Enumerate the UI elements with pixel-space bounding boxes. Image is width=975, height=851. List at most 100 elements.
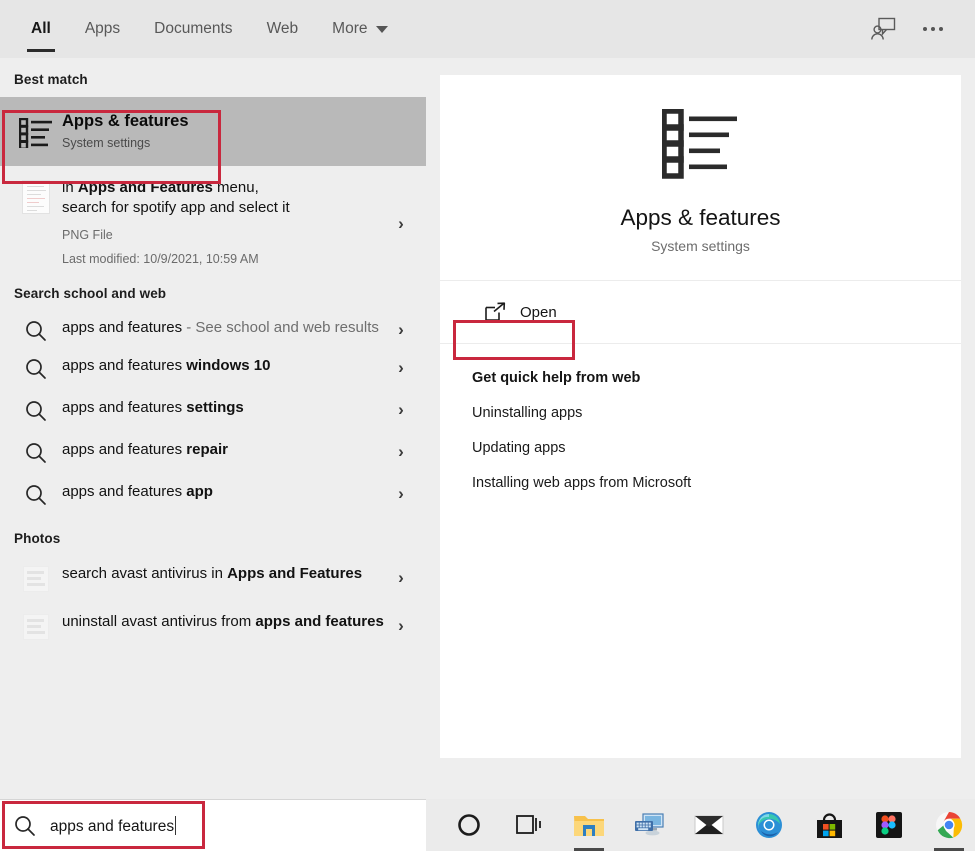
- result-web-4[interactable]: apps and features app ›: [0, 473, 426, 515]
- preview-subtitle: System settings: [651, 238, 750, 254]
- best-match-subtitle: System settings: [62, 134, 414, 153]
- web-result-suffix: app: [186, 483, 213, 500]
- list-settings-icon: [19, 118, 53, 148]
- search-results-list: Best match Apps & features System settin…: [0, 58, 426, 799]
- preview-card: Apps & features System settings Open Get…: [440, 75, 961, 758]
- help-link-installing-web-apps[interactable]: Installing web apps from Microsoft: [472, 475, 929, 491]
- edge-icon[interactable]: [752, 808, 786, 842]
- web-result-text: apps and features windows 10: [62, 356, 388, 376]
- help-link-updating-apps[interactable]: Updating apps: [472, 440, 929, 456]
- result-photo-0[interactable]: search avast antivirus in Apps and Featu…: [0, 554, 426, 602]
- search-magnifier-icon: [25, 320, 47, 342]
- chrome-icon[interactable]: [932, 808, 966, 842]
- photo-result-text: uninstall avast antivirus from apps and …: [62, 612, 388, 632]
- web-result-suffix: - See school and web results: [182, 319, 379, 336]
- chevron-right-icon[interactable]: ›: [388, 358, 414, 378]
- result-icon-cell: [14, 178, 58, 214]
- preview-panel: Apps & features System settings Open Get…: [426, 58, 975, 799]
- chevron-right-icon[interactable]: ›: [388, 484, 414, 504]
- chevron-right-icon[interactable]: ›: [388, 214, 414, 234]
- photo-text-bold: Apps and Features: [227, 565, 362, 582]
- best-match-title: Apps & features: [62, 110, 414, 132]
- open-button[interactable]: Open: [470, 293, 579, 331]
- result-icon-cell: [14, 612, 58, 640]
- png-result-line1: in Apps and Features menu,: [62, 178, 388, 198]
- result-web-1[interactable]: apps and features windows 10 ›: [0, 347, 426, 389]
- result-best-match-apps-and-features[interactable]: Apps & features System settings: [0, 97, 426, 166]
- tab-apps[interactable]: Apps: [68, 0, 137, 58]
- result-web-0[interactable]: apps and features - See school and web r…: [0, 309, 426, 347]
- result-png-file[interactable]: in Apps and Features menu, search for sp…: [0, 166, 426, 276]
- png-result-line2: search for spotify app and select it: [62, 198, 388, 218]
- chevron-right-icon[interactable]: ›: [388, 442, 414, 462]
- ellipsis-icon[interactable]: [911, 7, 955, 51]
- result-text-cell: apps and features repair: [58, 440, 388, 460]
- mail-icon[interactable]: [692, 808, 726, 842]
- taskbar-icons: [426, 799, 975, 851]
- web-result-query: apps and features: [62, 441, 186, 458]
- help-link-uninstalling-apps[interactable]: Uninstalling apps: [472, 405, 929, 421]
- tabbar-actions: [855, 0, 975, 58]
- result-icon-cell: [14, 356, 58, 380]
- search-input[interactable]: apps and features: [0, 799, 426, 851]
- result-photo-1[interactable]: uninstall avast antivirus from apps and …: [0, 602, 426, 650]
- result-icon-cell: [14, 116, 58, 148]
- web-result-query: apps and features: [62, 319, 182, 336]
- section-header-search-school-and-web: Search school and web: [0, 276, 426, 309]
- result-text-cell: uninstall avast antivirus from apps and …: [58, 612, 388, 632]
- windows-search-panel: All Apps Documents Web More: [0, 0, 975, 851]
- web-result-suffix: settings: [186, 399, 244, 416]
- web-result-suffix: repair: [186, 441, 228, 458]
- result-text-cell: in Apps and Features menu, search for sp…: [58, 178, 388, 269]
- tab-list: All Apps Documents Web More: [0, 0, 405, 58]
- feedback-person-icon[interactable]: [861, 7, 905, 51]
- open-button-label: Open: [520, 304, 557, 321]
- chevron-right-icon[interactable]: ›: [388, 400, 414, 420]
- preview-hero: Apps & features System settings: [440, 75, 961, 281]
- tab-web[interactable]: Web: [250, 0, 316, 58]
- result-web-3[interactable]: apps and features repair ›: [0, 431, 426, 473]
- web-result-query: apps and features: [62, 483, 186, 500]
- photo-result-text: search avast antivirus in Apps and Featu…: [62, 564, 388, 584]
- chevron-right-icon[interactable]: ›: [388, 616, 414, 636]
- chevron-right-icon[interactable]: ›: [388, 568, 414, 588]
- tab-documents-label: Documents: [154, 20, 232, 38]
- section-header-photos: Photos: [0, 515, 426, 554]
- quick-help-section: Get quick help from web Uninstalling app…: [440, 344, 961, 517]
- tab-documents[interactable]: Documents: [137, 0, 249, 58]
- text-cursor: [175, 816, 176, 835]
- preview-title: Apps & features: [620, 205, 780, 231]
- tab-more[interactable]: More: [315, 0, 405, 58]
- tab-all[interactable]: All: [14, 0, 68, 58]
- photo-text-bold: apps and features: [255, 613, 383, 630]
- tab-more-label: More: [332, 20, 367, 38]
- tab-web-label: Web: [267, 20, 299, 38]
- search-magnifier-icon: [25, 442, 47, 464]
- open-external-icon: [484, 302, 506, 322]
- result-text-cell: apps and features - See school and web r…: [58, 318, 388, 338]
- result-text-cell: Apps & features System settings: [58, 110, 414, 153]
- tab-apps-label: Apps: [85, 20, 120, 38]
- web-result-query: apps and features: [62, 399, 186, 416]
- chevron-down-icon: [376, 26, 388, 33]
- figma-icon[interactable]: [872, 808, 906, 842]
- ellipsis-dots: [923, 27, 943, 31]
- result-web-2[interactable]: apps and features settings ›: [0, 389, 426, 431]
- chevron-right-icon[interactable]: ›: [388, 320, 414, 340]
- file-explorer-icon[interactable]: [572, 808, 606, 842]
- result-text-cell: apps and features app: [58, 482, 388, 502]
- result-text-cell: apps and features settings: [58, 398, 388, 418]
- cortana-icon[interactable]: [452, 808, 486, 842]
- tab-all-label: All: [31, 20, 51, 38]
- web-result-query: apps and features: [62, 357, 186, 374]
- quick-help-header: Get quick help from web: [472, 370, 929, 386]
- remote-desktop-icon[interactable]: [632, 808, 666, 842]
- png-line1-suffix: menu,: [213, 179, 259, 196]
- web-result-suffix: windows 10: [186, 357, 270, 374]
- list-settings-icon: [662, 109, 740, 179]
- result-icon-cell: [14, 482, 58, 506]
- png-result-modified: Last modified: 10/9/2021, 10:59 AM: [62, 250, 388, 269]
- search-magnifier-icon: [25, 400, 47, 422]
- microsoft-store-icon[interactable]: [812, 808, 846, 842]
- task-view-icon[interactable]: [512, 808, 546, 842]
